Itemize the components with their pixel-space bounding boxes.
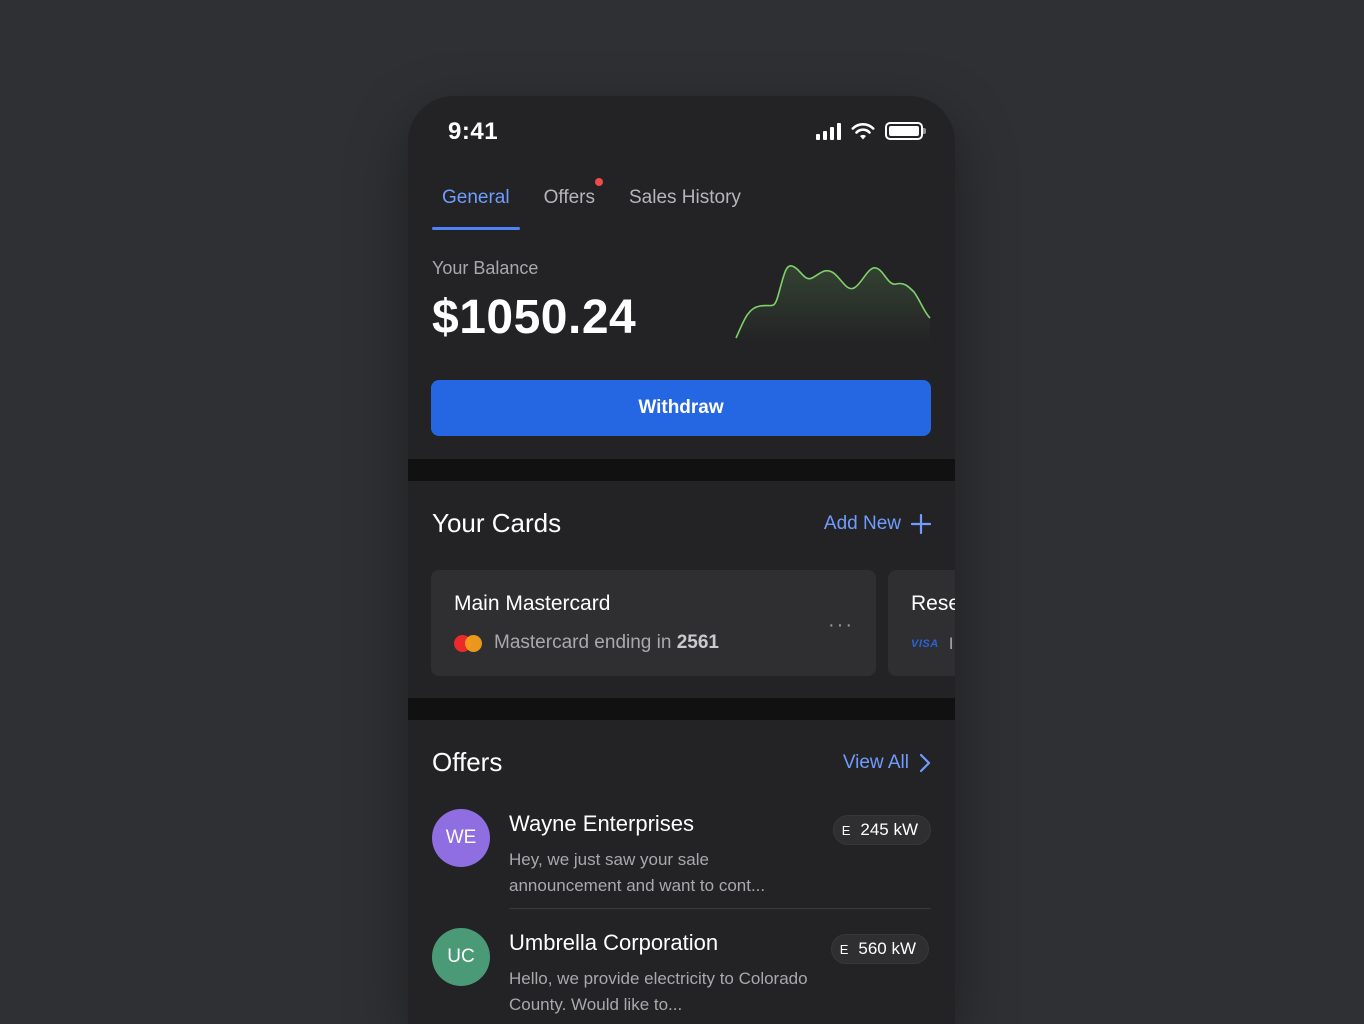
cards-section-title: Your Cards [432,508,562,538]
offer-divider [509,908,931,909]
add-new-card-button[interactable]: Add New [824,513,931,535]
card-title: Main Mastercard [454,592,611,615]
offers-section-title: Offers [432,747,503,777]
energy-icon: E [841,822,851,838]
balance-label: Your Balance [432,258,539,278]
offer-company-name: Wayne Enterprises [509,811,695,836]
card-reserve[interactable]: Rese VISA I [888,570,955,676]
section-divider [408,459,955,481]
offer-company-name: Umbrella Corporation [509,930,719,955]
offer-item[interactable]: UC Umbrella Corporation Hello, we provid… [432,928,931,1024]
card-subtitle: VISA I [911,634,953,654]
tab-label: Offers [543,187,595,208]
more-options-icon[interactable]: ··· [828,614,854,637]
card-last4: 2561 [676,632,719,653]
card-subtitle: Mastercard ending in 2561 [454,632,719,654]
balance-trend-sparkline [735,265,931,342]
chevron-right-icon [919,753,931,773]
card-description: Mastercard ending in [494,632,672,653]
energy-amount: 560 kW [858,939,916,958]
wifi-icon [851,123,875,140]
view-all-offers-button[interactable]: View All [843,752,931,774]
mastercard-icon [454,634,482,652]
avatar: UC [432,928,490,986]
energy-badge: E 245 kW [832,815,931,845]
section-divider [408,698,955,720]
card-title: Rese [911,592,955,615]
battery-icon [885,122,926,140]
add-new-label: Add New [823,513,901,534]
offer-item[interactable]: WE Wayne Enterprises Hey, we just saw yo… [432,809,931,909]
tab-label: Sales History [629,187,741,208]
tab-label: General [442,187,510,208]
withdraw-button[interactable]: Withdraw [431,380,931,436]
view-all-label: View All [842,752,909,773]
visa-icon: VISA [911,638,939,650]
offer-message: Hello, we provide electricity to Colorad… [509,969,808,1014]
energy-icon: E [839,941,849,957]
tab-sales-history[interactable]: Sales History [619,184,751,230]
plus-icon [911,514,931,534]
tab-offers[interactable]: Offers [534,178,605,230]
card-main-mastercard[interactable]: Main Mastercard Mastercard ending in 256… [431,570,876,676]
avatar: WE [432,809,490,867]
offer-message: Hey, we just saw your sale announcement … [509,850,766,895]
energy-amount: 245 kW [860,820,918,839]
balance-value: $1050.24 [432,291,637,344]
status-icons [816,122,926,140]
tab-bar: General Offers Sales History [432,178,765,230]
phone-screen: 9:41 General Offers Sales History Your B… [408,96,955,1024]
card-description: I [948,634,954,653]
notification-dot [595,178,603,186]
energy-badge: E 560 kW [830,934,929,964]
status-time: 9:41 [448,118,499,145]
tab-general[interactable]: General [432,184,520,230]
cellular-signal-icon [816,122,841,140]
